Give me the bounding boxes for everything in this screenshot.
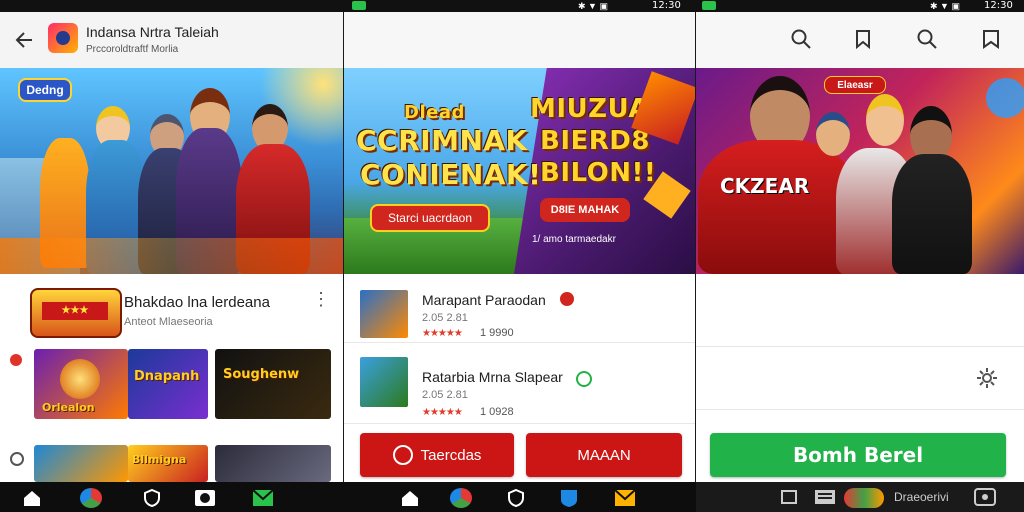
app-row-subtitle: Anteot Mlaeseoria <box>124 316 213 328</box>
game-tile-label: Dnapanh <box>134 369 200 384</box>
signal-icon: ✱ ▼ ▣ <box>578 1 608 11</box>
promo-banner[interactable]: Dlead CCRIMNAK CONIENAK! MIUZUAA BIERD8 … <box>344 68 696 274</box>
banner-headline: CONIENAK! <box>360 158 542 191</box>
home-icon[interactable] <box>22 488 42 508</box>
list-item-title: Ratarbia Mrna Slapear <box>422 369 563 385</box>
list-item[interactable]: Marapant Paraodan 2.05 2.81 ★★★★★ 1 9990 <box>344 274 696 343</box>
app-title: Indansa Nrtra Taleiah <box>86 24 219 40</box>
blank-section <box>696 274 1024 346</box>
primary-button[interactable]: MAAAN <box>526 433 682 477</box>
mail-icon[interactable] <box>614 488 636 508</box>
recent-apps-icon[interactable] <box>780 488 800 506</box>
settings-gear-icon[interactable] <box>976 367 998 389</box>
banner-badge: Dedng <box>18 78 72 102</box>
nav-bar <box>0 482 344 512</box>
store-icon[interactable] <box>450 488 472 508</box>
fire-effect <box>0 238 344 274</box>
shield-icon[interactable] <box>558 488 580 508</box>
search-icon[interactable] <box>916 28 938 50</box>
settings-row[interactable] <box>696 346 1024 410</box>
banner-cta-button[interactable]: Starci uacrdaon <box>370 204 490 232</box>
list-item[interactable]: Ratarbia Mrna Slapear 2.05 2.81 ★★★★★ 1 … <box>344 343 696 424</box>
banner-headline: CCRIMNAK <box>356 124 528 157</box>
game-tile-label: Orlealon <box>42 401 95 414</box>
app-subtitle: Prccoroldtraftf Morlia <box>86 44 179 55</box>
banner-headline: BIERD8 <box>540 126 650 156</box>
app-icon <box>360 357 408 407</box>
shield-icon[interactable] <box>142 488 162 508</box>
rating-count: 1 9990 <box>480 327 514 339</box>
verified-icon <box>576 371 592 387</box>
nav-bar: Draeoerivi <box>696 482 1024 512</box>
battery-icon <box>702 1 716 10</box>
list-item-meta: 2.05 2.81 <box>422 389 468 401</box>
keyboard-icon[interactable] <box>814 488 836 506</box>
clock: 12:30 <box>984 0 1013 11</box>
store-panel: Elaeasr CKZEAR Bomh Berel <box>696 12 1024 482</box>
secondary-button[interactable]: Taercdas <box>360 433 514 477</box>
list-item-title: Marapant Paraodan <box>422 292 546 308</box>
eye-icon[interactable] <box>974 488 996 506</box>
banner-tag: Elaeasr <box>824 76 886 94</box>
app-bar <box>344 12 696 69</box>
banner-footnote: 1/ amo tarmaedakr <box>532 234 616 245</box>
app-logo <box>48 23 78 53</box>
secondary-button-label: Taercdas <box>420 446 482 464</box>
banner-cta-button[interactable]: D8IE MAHAK <box>540 198 630 222</box>
jersey-text: CKZEAR <box>720 174 810 198</box>
hero-character <box>816 112 850 156</box>
mail-icon[interactable] <box>252 488 274 508</box>
more-vert-icon[interactable]: ⋮ <box>312 290 330 308</box>
brand-icon <box>392 445 413 465</box>
promo-panel: Dlead CCRIMNAK CONIENAK! MIUZUAA BIERD8 … <box>344 12 696 482</box>
game-logo: ★★★ <box>30 288 122 338</box>
app-bar <box>696 12 1024 69</box>
game-tile-label: Soughenw <box>223 367 300 382</box>
game-tile[interactable]: Bllmigna <box>128 445 208 482</box>
app-icon <box>360 290 408 338</box>
nav-text: Draeoerivi <box>894 490 949 504</box>
banner-headline: Dlead <box>404 102 465 123</box>
game-tile-label: Bllmigna <box>132 453 187 466</box>
hero-character <box>892 154 972 274</box>
game-tile[interactable] <box>215 445 331 482</box>
list-item-meta: 2.05 2.81 <box>422 312 468 324</box>
status-bar: ✱ ▼ ▣ 12:30 ✱ ▼ ▣ 12:30 <box>0 0 1024 12</box>
back-arrow-icon[interactable] <box>14 30 34 50</box>
game-tile[interactable]: Orlealon <box>34 349 128 419</box>
rating-count: 1 0928 <box>480 406 514 418</box>
home-icon[interactable] <box>400 488 420 508</box>
shield-icon[interactable] <box>506 488 526 508</box>
battery-icon <box>352 1 366 10</box>
rating-stars: ★★★★★ <box>422 407 463 418</box>
clock: 12:30 <box>652 0 681 11</box>
shield-icon <box>10 452 24 466</box>
game-tile[interactable]: Dnapanh <box>128 349 208 419</box>
hero-character: CKZEAR <box>698 140 856 274</box>
app-detail-panel: Indansa Nrtra Taleiah Prccoroldtraftf Mo… <box>0 12 344 482</box>
signal-icon: ✱ ▼ ▣ <box>930 1 960 11</box>
install-button[interactable]: Bomh Berel <box>710 433 1006 477</box>
featured-banner[interactable]: Elaeasr CKZEAR <box>696 68 1024 274</box>
hero-banner[interactable]: Dedng <box>0 68 344 274</box>
decoration-shape <box>986 78 1024 118</box>
camera-icon[interactable] <box>194 488 216 508</box>
hero-character <box>866 94 904 146</box>
bookmark-icon[interactable] <box>852 28 874 50</box>
store-icon[interactable] <box>80 488 102 508</box>
bookmark-icon[interactable] <box>980 28 1002 50</box>
game-tile[interactable] <box>34 445 128 482</box>
nav-bar <box>344 482 696 512</box>
toggle-icon[interactable] <box>844 488 884 508</box>
search-icon[interactable] <box>790 28 812 50</box>
app-row-title: Bhakdao lna lerdeana <box>124 294 270 311</box>
app-bar: Indansa Nrtra Taleiah Prccoroldtraftf Mo… <box>0 12 344 69</box>
red-dot-icon <box>10 354 22 366</box>
rating-stars: ★★★★★ <box>422 328 463 339</box>
game-tile[interactable]: Soughenw <box>215 349 331 419</box>
app-row[interactable]: ★★★ Bhakdao lna lerdeana Anteot Mlaeseor… <box>0 274 344 350</box>
badge-icon <box>560 292 574 306</box>
banner-headline: BILON!! <box>540 158 657 188</box>
